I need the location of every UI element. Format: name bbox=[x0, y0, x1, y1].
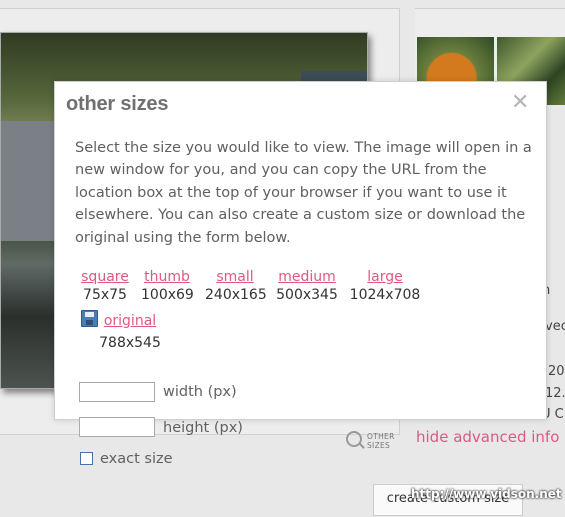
side-text-fragment: 20 bbox=[548, 364, 565, 379]
size-dims-original: 788x545 bbox=[99, 335, 161, 351]
side-text-fragment: 12. bbox=[545, 386, 565, 401]
size-link-thumb[interactable]: thumb bbox=[141, 269, 193, 285]
watermark-text: http://www.vidson.net bbox=[411, 487, 562, 501]
save-icon bbox=[81, 310, 98, 327]
size-link-medium[interactable]: medium bbox=[275, 269, 339, 285]
size-dims-small: 240x165 bbox=[205, 287, 267, 303]
size-link-small[interactable]: small bbox=[205, 269, 265, 285]
height-label: height (px) bbox=[163, 420, 243, 436]
size-option-square: square 75x75 bbox=[80, 269, 130, 303]
dialog-title: other sizes bbox=[66, 93, 169, 115]
height-field[interactable] bbox=[79, 417, 155, 437]
size-dims-thumb: 100x69 bbox=[141, 287, 194, 303]
close-icon[interactable]: ✕ bbox=[511, 90, 529, 115]
size-link-square[interactable]: square bbox=[80, 269, 130, 285]
size-link-original[interactable]: original bbox=[99, 313, 161, 329]
other-sizes-label: OTHER SIZES bbox=[367, 432, 401, 450]
size-link-large[interactable]: large bbox=[349, 269, 421, 285]
size-dims-large: 1024x708 bbox=[349, 287, 421, 303]
other-sizes-line2: SIZES bbox=[367, 441, 391, 450]
size-option-thumb: thumb 100x69 bbox=[141, 269, 194, 303]
hide-advanced-info-link[interactable]: hide advanced info bbox=[416, 428, 559, 446]
width-field[interactable] bbox=[79, 382, 155, 402]
other-sizes-button[interactable]: OTHER SIZES bbox=[345, 431, 400, 451]
size-option-small: small 240x165 bbox=[205, 269, 267, 303]
size-option-large: large 1024x708 bbox=[349, 269, 421, 303]
exact-size-label: exact size bbox=[100, 451, 173, 467]
photo-detail-wall bbox=[1, 121, 61, 241]
side-text-fragment: vec bbox=[545, 319, 565, 334]
magnifier-icon bbox=[346, 431, 362, 447]
size-option-original: original 788x545 bbox=[99, 313, 161, 351]
other-sizes-dialog: other sizes ✕ Select the size you would … bbox=[54, 81, 547, 420]
size-dims-square: 75x75 bbox=[83, 287, 127, 303]
size-dims-medium: 500x345 bbox=[276, 287, 338, 303]
other-sizes-line1: OTHER bbox=[367, 432, 395, 441]
dialog-description: Select the size you would like to view. … bbox=[75, 140, 532, 246]
size-option-medium: medium 500x345 bbox=[275, 269, 339, 303]
exact-size-checkbox[interactable] bbox=[80, 452, 93, 465]
width-label: width (px) bbox=[163, 384, 237, 400]
